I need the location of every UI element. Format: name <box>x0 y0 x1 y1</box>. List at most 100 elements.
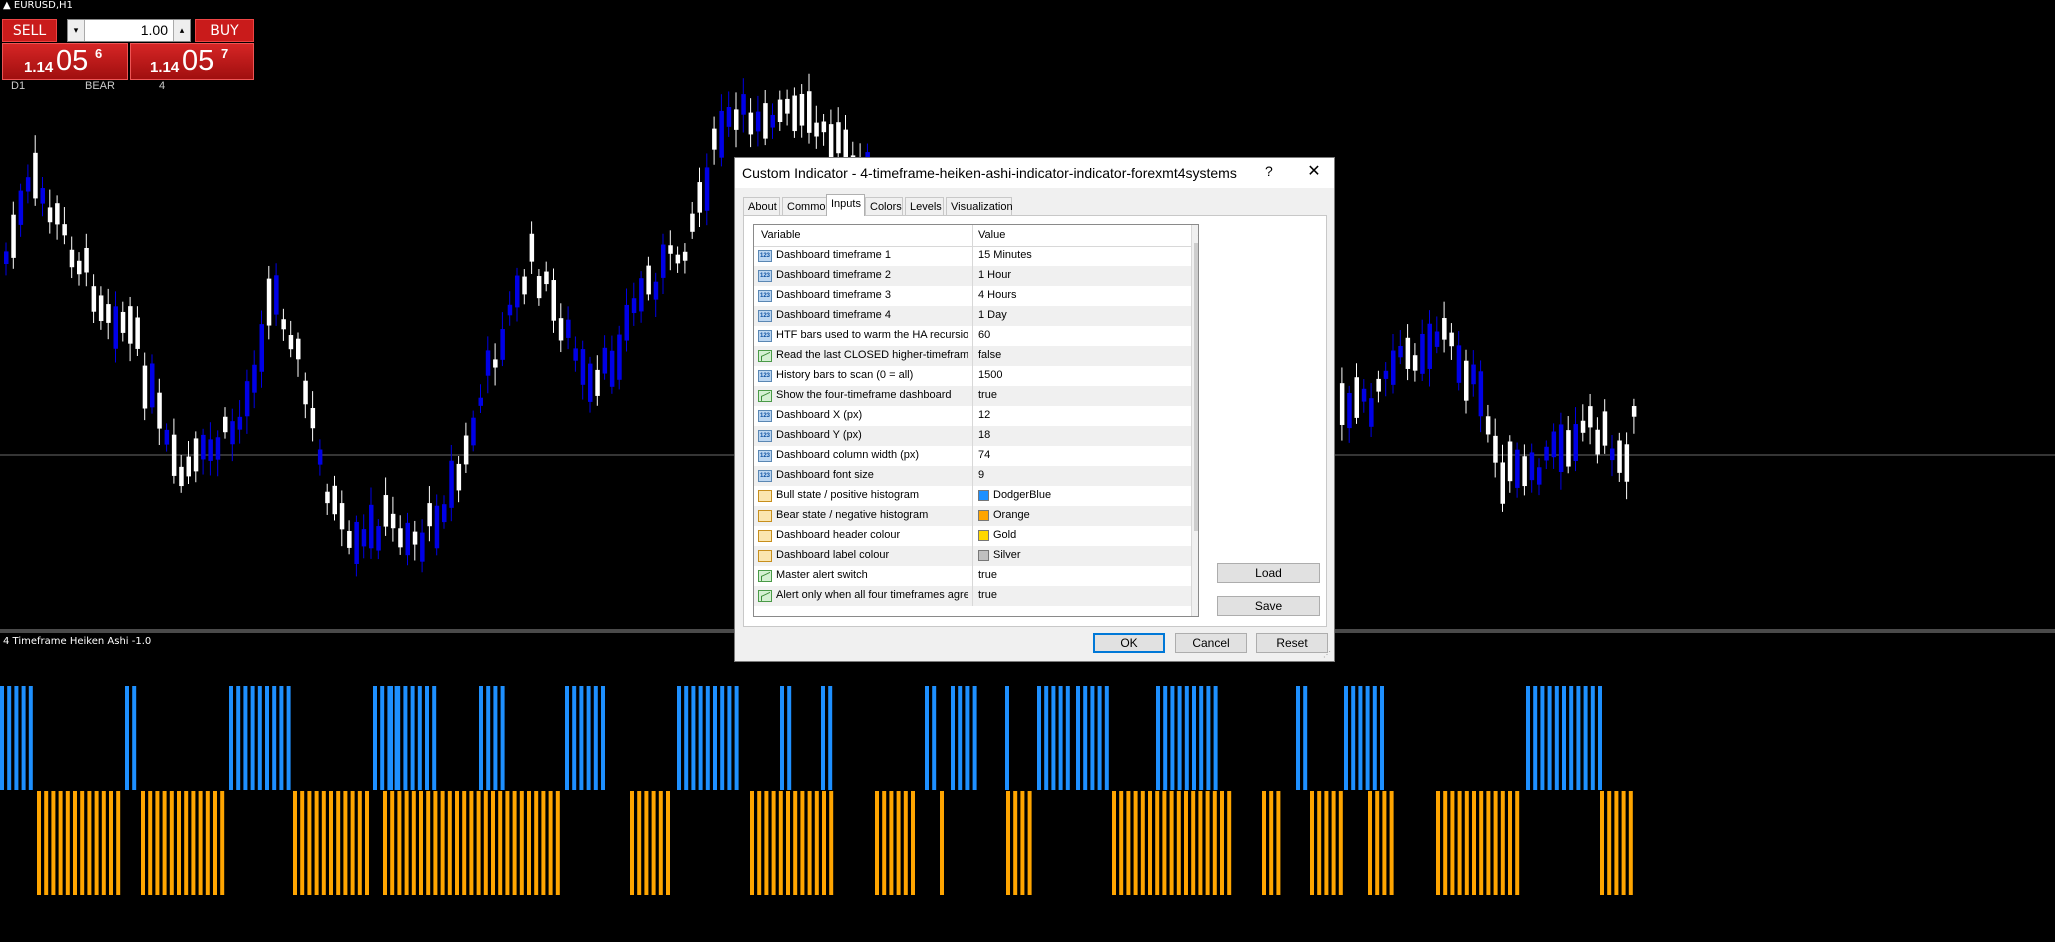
column-header-variable[interactable]: Variable <box>761 229 801 241</box>
sell-button[interactable]: SELL <box>2 19 57 42</box>
candle-body <box>1405 337 1411 369</box>
input-row[interactable]: 123 Dashboard timeframe 4 1 Day <box>754 306 1191 326</box>
ok-button[interactable]: OK <box>1093 633 1165 653</box>
histogram-bar-negative <box>51 791 56 895</box>
variable-name: Dashboard X (px) <box>776 409 863 421</box>
tab-levels[interactable]: Levels <box>905 197 944 215</box>
variable-value[interactable]: 4 Hours <box>978 289 1017 301</box>
input-row[interactable]: Dashboard label colour Silver <box>754 546 1191 566</box>
input-row[interactable]: 123 Dashboard column width (px) 74 <box>754 446 1191 466</box>
candle-body <box>821 121 827 133</box>
candle-body <box>1566 430 1571 467</box>
lot-size-input[interactable]: 1.00 <box>141 22 168 38</box>
histogram-bar-positive <box>1540 686 1545 790</box>
histogram-bar-negative <box>116 791 121 895</box>
histogram-bar-negative <box>750 791 754 895</box>
histogram-bar-negative <box>293 791 297 895</box>
save-button[interactable]: Save <box>1217 596 1320 616</box>
bid-price[interactable]: 1.14 05 6 <box>2 43 128 80</box>
histogram-bar-negative <box>1262 791 1266 895</box>
lot-size-stepper[interactable]: ▾ 1.00 ▴ <box>67 19 191 42</box>
variable-value[interactable]: 1 Hour <box>978 269 1011 281</box>
variable-value[interactable]: 15 Minutes <box>978 249 1032 261</box>
candle-body <box>814 122 819 137</box>
tab-inputs[interactable]: Inputs <box>826 194 865 216</box>
cell-divider <box>972 326 973 346</box>
input-row[interactable]: 123 Dashboard Y (px) 18 <box>754 426 1191 446</box>
variable-value[interactable]: 60 <box>978 329 990 341</box>
input-row[interactable]: Show the four-timeframe dashboard true <box>754 386 1191 406</box>
variable-value[interactable]: 1500 <box>978 369 1002 381</box>
tab-common[interactable]: Common <box>782 197 832 215</box>
candle-body <box>339 503 345 530</box>
input-row[interactable]: 123 Dashboard X (px) 12 <box>754 406 1191 426</box>
column-header-value[interactable]: Value <box>978 229 1005 241</box>
int-type-icon: 123 <box>758 330 772 342</box>
variable-value[interactable]: 9 <box>978 469 984 481</box>
grid-scrollbar[interactable]: ▲ ▼ <box>1191 225 1198 616</box>
tab-colors[interactable]: Colors <box>865 197 903 215</box>
variable-value[interactable]: true <box>978 389 997 401</box>
color-swatch <box>978 490 989 501</box>
candle-body <box>434 505 440 549</box>
input-row[interactable]: Bull state / positive histogram DodgerBlu… <box>754 486 1191 506</box>
tab-about[interactable]: About <box>743 197 780 215</box>
variable-value[interactable]: Silver <box>993 549 1021 561</box>
candle-body <box>62 224 67 236</box>
cancel-button[interactable]: Cancel <box>1175 633 1247 653</box>
ask-price[interactable]: 1.14 05 7 <box>130 43 254 80</box>
histogram-bar-negative <box>911 791 915 895</box>
variable-value[interactable]: 1 Day <box>978 309 1007 321</box>
close-icon[interactable]: ✕ <box>1298 160 1330 184</box>
input-row[interactable]: Bear state / negative histogram Orange <box>754 506 1191 526</box>
variable-value[interactable]: true <box>978 569 997 581</box>
variable-value[interactable]: true <box>978 589 997 601</box>
input-row[interactable]: Dashboard header colour Gold <box>754 526 1191 546</box>
histogram-bar-negative <box>37 791 41 895</box>
histogram-bar-negative <box>764 791 769 895</box>
color-type-icon <box>758 530 772 542</box>
lot-decrease-button[interactable]: ▾ <box>68 20 85 41</box>
scroll-down-icon[interactable]: ▼ <box>1192 599 1198 616</box>
buy-button[interactable]: BUY <box>195 19 254 42</box>
histogram-bar-negative <box>155 791 160 895</box>
variable-value[interactable]: Orange <box>993 509 1030 521</box>
variable-value[interactable]: DodgerBlue <box>993 489 1051 501</box>
variable-value[interactable]: Gold <box>993 529 1016 541</box>
variable-value[interactable]: 12 <box>978 409 990 421</box>
resize-grip-icon[interactable]: ⋰ <box>1323 650 1333 660</box>
input-row[interactable]: 123 Dashboard timeframe 1 15 Minutes <box>754 246 1191 266</box>
candle-body <box>361 529 367 547</box>
variable-value[interactable]: 74 <box>978 449 990 461</box>
tab-visualization[interactable]: Visualization <box>946 197 1013 215</box>
variable-name: Bull state / positive histogram <box>776 489 920 501</box>
input-row[interactable]: Alert only when all four timeframes agre… <box>754 586 1191 606</box>
input-row[interactable]: 123 History bars to scan (0 = all) 1500 <box>754 366 1191 386</box>
histogram-bar-positive <box>734 686 739 790</box>
inputs-grid[interactable]: Variable Value 123 Dashboard timeframe 11… <box>753 224 1199 617</box>
dialog-titlebar[interactable]: Custom Indicator - 4-timeframe-heiken-as… <box>735 158 1334 188</box>
lot-increase-button[interactable]: ▴ <box>173 20 190 41</box>
load-button[interactable]: Load <box>1217 563 1320 583</box>
help-button[interactable]: ? <box>1265 163 1273 179</box>
histogram-bar-negative <box>336 791 341 895</box>
input-row[interactable]: 123 Dashboard timeframe 2 1 Hour <box>754 266 1191 286</box>
input-row[interactable]: 123 Dashboard font size 9 <box>754 466 1191 486</box>
scroll-thumb[interactable] <box>1194 243 1198 531</box>
candle-body <box>624 304 629 341</box>
input-row[interactable]: Master alert switch true <box>754 566 1191 586</box>
candle-body <box>544 271 549 285</box>
variable-value[interactable]: 18 <box>978 429 990 441</box>
bool-type-icon <box>758 350 772 362</box>
scroll-up-icon[interactable]: ▲ <box>1192 225 1198 242</box>
histogram-bar-negative <box>548 791 553 895</box>
reset-button[interactable]: Reset <box>1256 633 1328 653</box>
input-row[interactable]: Read the last CLOSED higher-timeframe...… <box>754 346 1191 366</box>
input-row[interactable]: 123 Dashboard timeframe 3 4 Hours <box>754 286 1191 306</box>
histogram-bar-negative <box>644 791 649 895</box>
variable-name: Dashboard timeframe 3 <box>776 289 891 301</box>
input-row[interactable]: 123 HTF bars used to warm the HA recursio… <box>754 326 1191 346</box>
variable-value[interactable]: false <box>978 349 1001 361</box>
candle-body <box>1339 383 1345 425</box>
histogram-bar-positive <box>1037 686 1041 790</box>
